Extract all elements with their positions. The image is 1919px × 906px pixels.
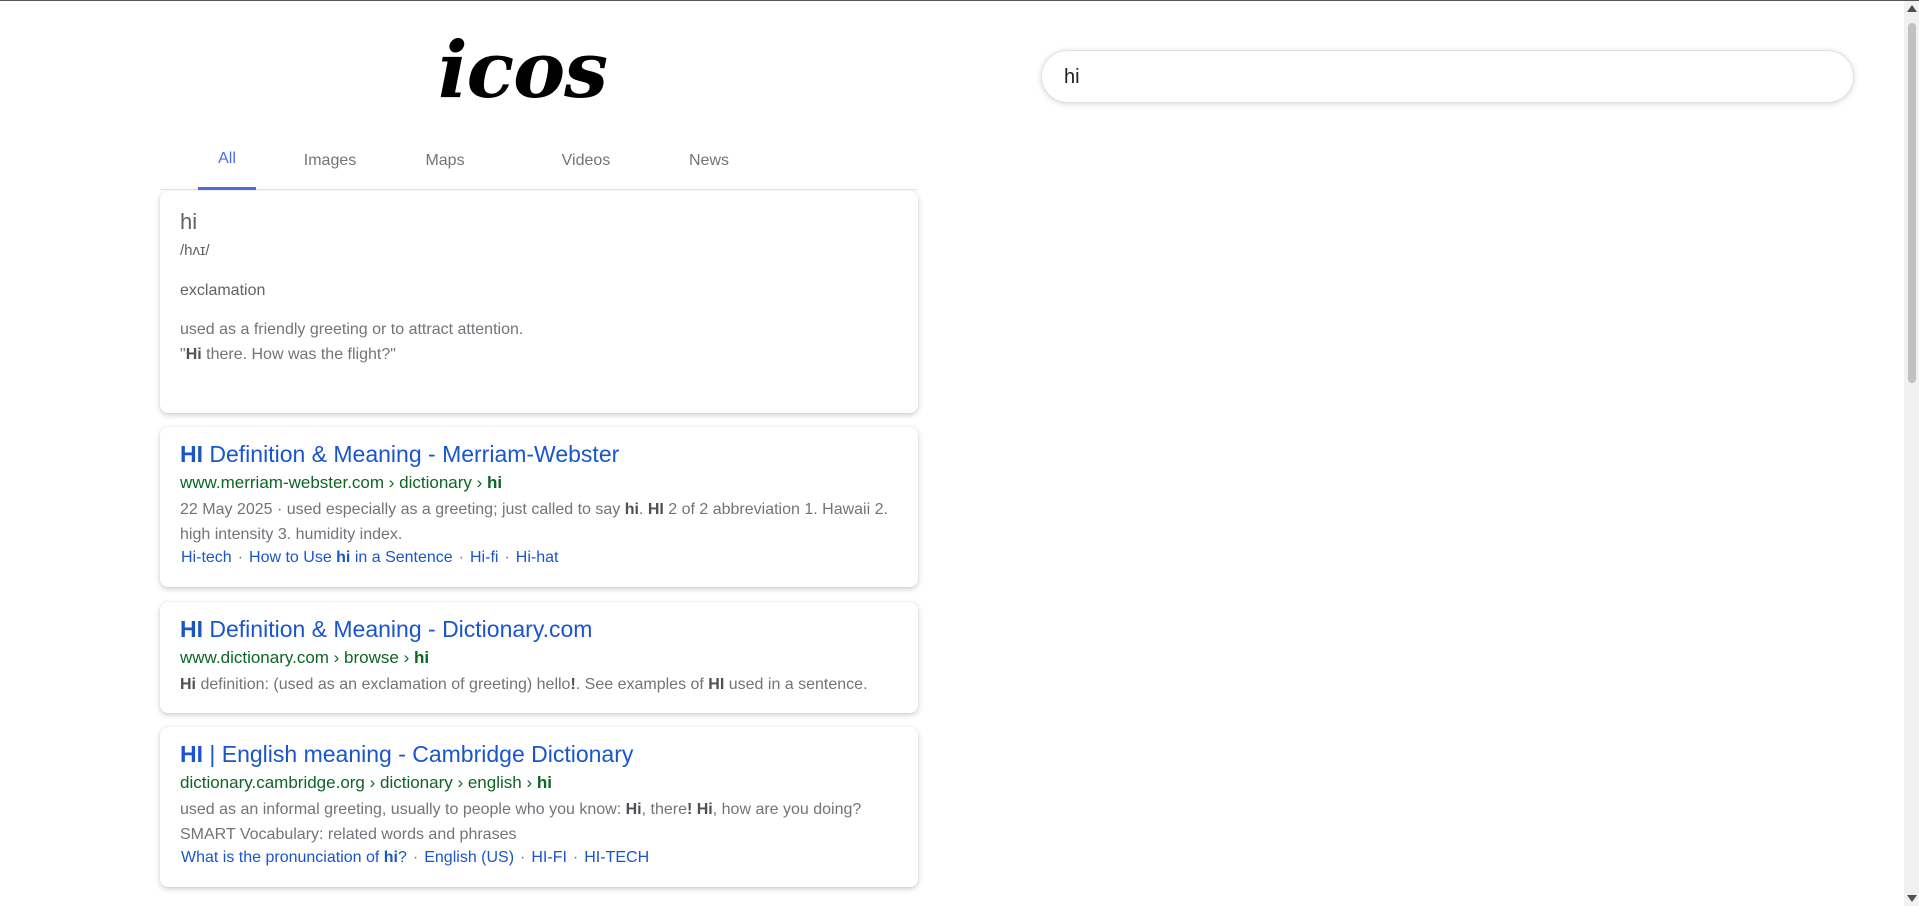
tab-images[interactable]: Images: [300, 141, 360, 189]
sitelink[interactable]: Hi-hat: [516, 549, 559, 566]
snippet-text: definition: (used as an exclamation of g…: [196, 676, 571, 693]
snippet-text: used as an informal greeting, usually to…: [180, 801, 626, 818]
search-tabs: All Images Maps Videos News: [160, 141, 918, 190]
scroll-up-arrow-icon[interactable]: [1907, 5, 1917, 12]
snippet-text: used in a sentence.: [724, 676, 868, 693]
title-bold: HI: [180, 441, 203, 467]
title-bold: HI: [180, 616, 203, 642]
sitelink-separator: ·: [572, 849, 579, 866]
snippet-text: HI: [647, 501, 664, 518]
url-path: dictionary.cambridge.org › dictionary › …: [180, 773, 537, 792]
scroll-thumb[interactable]: [1908, 23, 1916, 383]
sitelink-text: in a Sentence: [350, 549, 453, 566]
search-result: HI Definition & Meaning - Dictionary.com…: [160, 602, 918, 713]
sitelink-text: hi: [383, 849, 398, 866]
snippet-text: hi: [624, 501, 639, 518]
dictionary-definition-block: used as a friendly greeting or to attrac…: [180, 317, 523, 367]
tab-label: Images: [303, 152, 357, 169]
dictionary-definition: used as a friendly greeting or to attrac…: [180, 321, 524, 338]
result-snippet: 22 May 2025 · used especially as a greet…: [180, 497, 900, 547]
result-title-link[interactable]: HI | English meaning - Cambridge Diction…: [180, 741, 633, 768]
sitelink-text: Hi-tech: [181, 549, 232, 566]
page-scrollbar[interactable]: [1904, 1, 1919, 906]
active-tab-indicator: [198, 187, 256, 190]
url-bold: hi: [536, 773, 552, 792]
search-input[interactable]: [1062, 51, 1826, 104]
tab-label: Maps: [425, 152, 465, 169]
snippet-text: .: [638, 501, 648, 518]
sitelink-text: Hi-fi: [470, 549, 499, 566]
tab-label: All: [218, 150, 236, 167]
sitelink[interactable]: English (US): [424, 849, 514, 866]
snippet-text: Hi: [180, 676, 196, 693]
sitelink[interactable]: How to Use hi in a Sentence: [249, 549, 453, 566]
tab-news[interactable]: News: [686, 141, 732, 189]
snippet-text: Hi: [696, 801, 713, 818]
title-bold: HI: [180, 741, 203, 767]
result-url: www.dictionary.com › browse › hi: [180, 648, 429, 668]
example-rest: there. How was the flight?": [201, 346, 396, 363]
result-snippet: used as an informal greeting, usually to…: [180, 797, 900, 847]
result-snippet: Hi definition: (used as an exclamation o…: [180, 672, 900, 697]
dictionary-part-of-speech: exclamation: [180, 282, 266, 299]
sitelink-separator: ·: [412, 849, 419, 866]
title-rest: | English meaning - Cambridge Dictionary: [203, 741, 634, 767]
snippet-text: Hi: [625, 801, 642, 818]
sitelink-separator: ·: [458, 549, 464, 566]
title-rest: Definition & Meaning - Merriam-Webster: [203, 441, 620, 467]
tab-maps[interactable]: Maps: [422, 141, 468, 189]
sitelink-text: English (US): [424, 849, 515, 866]
snippet-text: 22 May 2025 · used especially as a greet…: [180, 501, 625, 518]
url-bold: hi: [413, 648, 430, 667]
example-bold: Hi: [185, 346, 202, 363]
url-path: www.dictionary.com › browse ›: [180, 648, 414, 667]
tab-label: Videos: [561, 152, 611, 169]
search-result: HI Definition & Meaning - Merriam-Webste…: [160, 427, 918, 587]
dictionary-example: "Hi there. How was the flight?": [180, 342, 523, 367]
snippet-text: . See examples of: [575, 676, 709, 693]
sitelink-separator: ·: [237, 549, 244, 566]
result-sitelinks: Hi-tech · How to Use hi in a Sentence · Hi-f…: [181, 549, 558, 567]
scroll-down-arrow-icon[interactable]: [1907, 895, 1917, 902]
sitelink[interactable]: Hi-fi: [470, 549, 498, 566]
result-url: www.merriam-webster.com › dictionary › h…: [180, 473, 502, 493]
tab-videos[interactable]: Videos: [558, 141, 614, 189]
sitelink[interactable]: HI-FI: [531, 849, 567, 866]
title-rest: Definition & Meaning - Dictionary.com: [203, 616, 593, 642]
sitelink-separator: ·: [520, 849, 526, 866]
sitelink-separator: ·: [504, 549, 510, 566]
sitelink[interactable]: HI-TECH: [584, 849, 649, 866]
sitelink-text: Hi-hat: [515, 549, 559, 566]
sitelink[interactable]: Hi-tech: [181, 549, 232, 566]
search-result: HI | English meaning - Cambridge Diction…: [160, 727, 918, 887]
tab-label: News: [688, 152, 729, 169]
sitelink-text: How to Use: [249, 549, 337, 566]
dictionary-word: hi: [180, 209, 198, 234]
result-url: dictionary.cambridge.org › dictionary › …: [180, 773, 552, 793]
search-bar[interactable]: [1041, 50, 1854, 104]
snippet-text: HI: [708, 676, 725, 693]
sitelink-text: ?: [398, 849, 407, 866]
sitelink-text: hi: [336, 549, 351, 566]
url-path: www.merriam-webster.com › dictionary ›: [180, 473, 488, 492]
sitelink-text: HI-FI: [531, 849, 567, 866]
tab-all[interactable]: All: [198, 141, 256, 190]
result-title-link[interactable]: HI Definition & Meaning - Merriam-Webste…: [180, 441, 619, 468]
sitelink[interactable]: What is the pronunciation of hi?: [181, 849, 407, 866]
dictionary-card: hi /hʌɪ/ exclamation used as a friendly …: [160, 191, 918, 413]
snippet-text: , there: [641, 801, 687, 818]
sitelink-text: What is the pronunciation of: [181, 849, 384, 866]
sitelink-text: HI-TECH: [584, 849, 650, 866]
dictionary-phonetic: /hʌɪ/: [180, 242, 210, 259]
result-sitelinks: What is the pronunciation of hi? · English…: [181, 849, 649, 867]
logo[interactable]: icos: [438, 31, 608, 111]
result-title-link[interactable]: HI Definition & Meaning - Dictionary.com: [180, 616, 592, 643]
url-bold: hi: [487, 473, 503, 492]
